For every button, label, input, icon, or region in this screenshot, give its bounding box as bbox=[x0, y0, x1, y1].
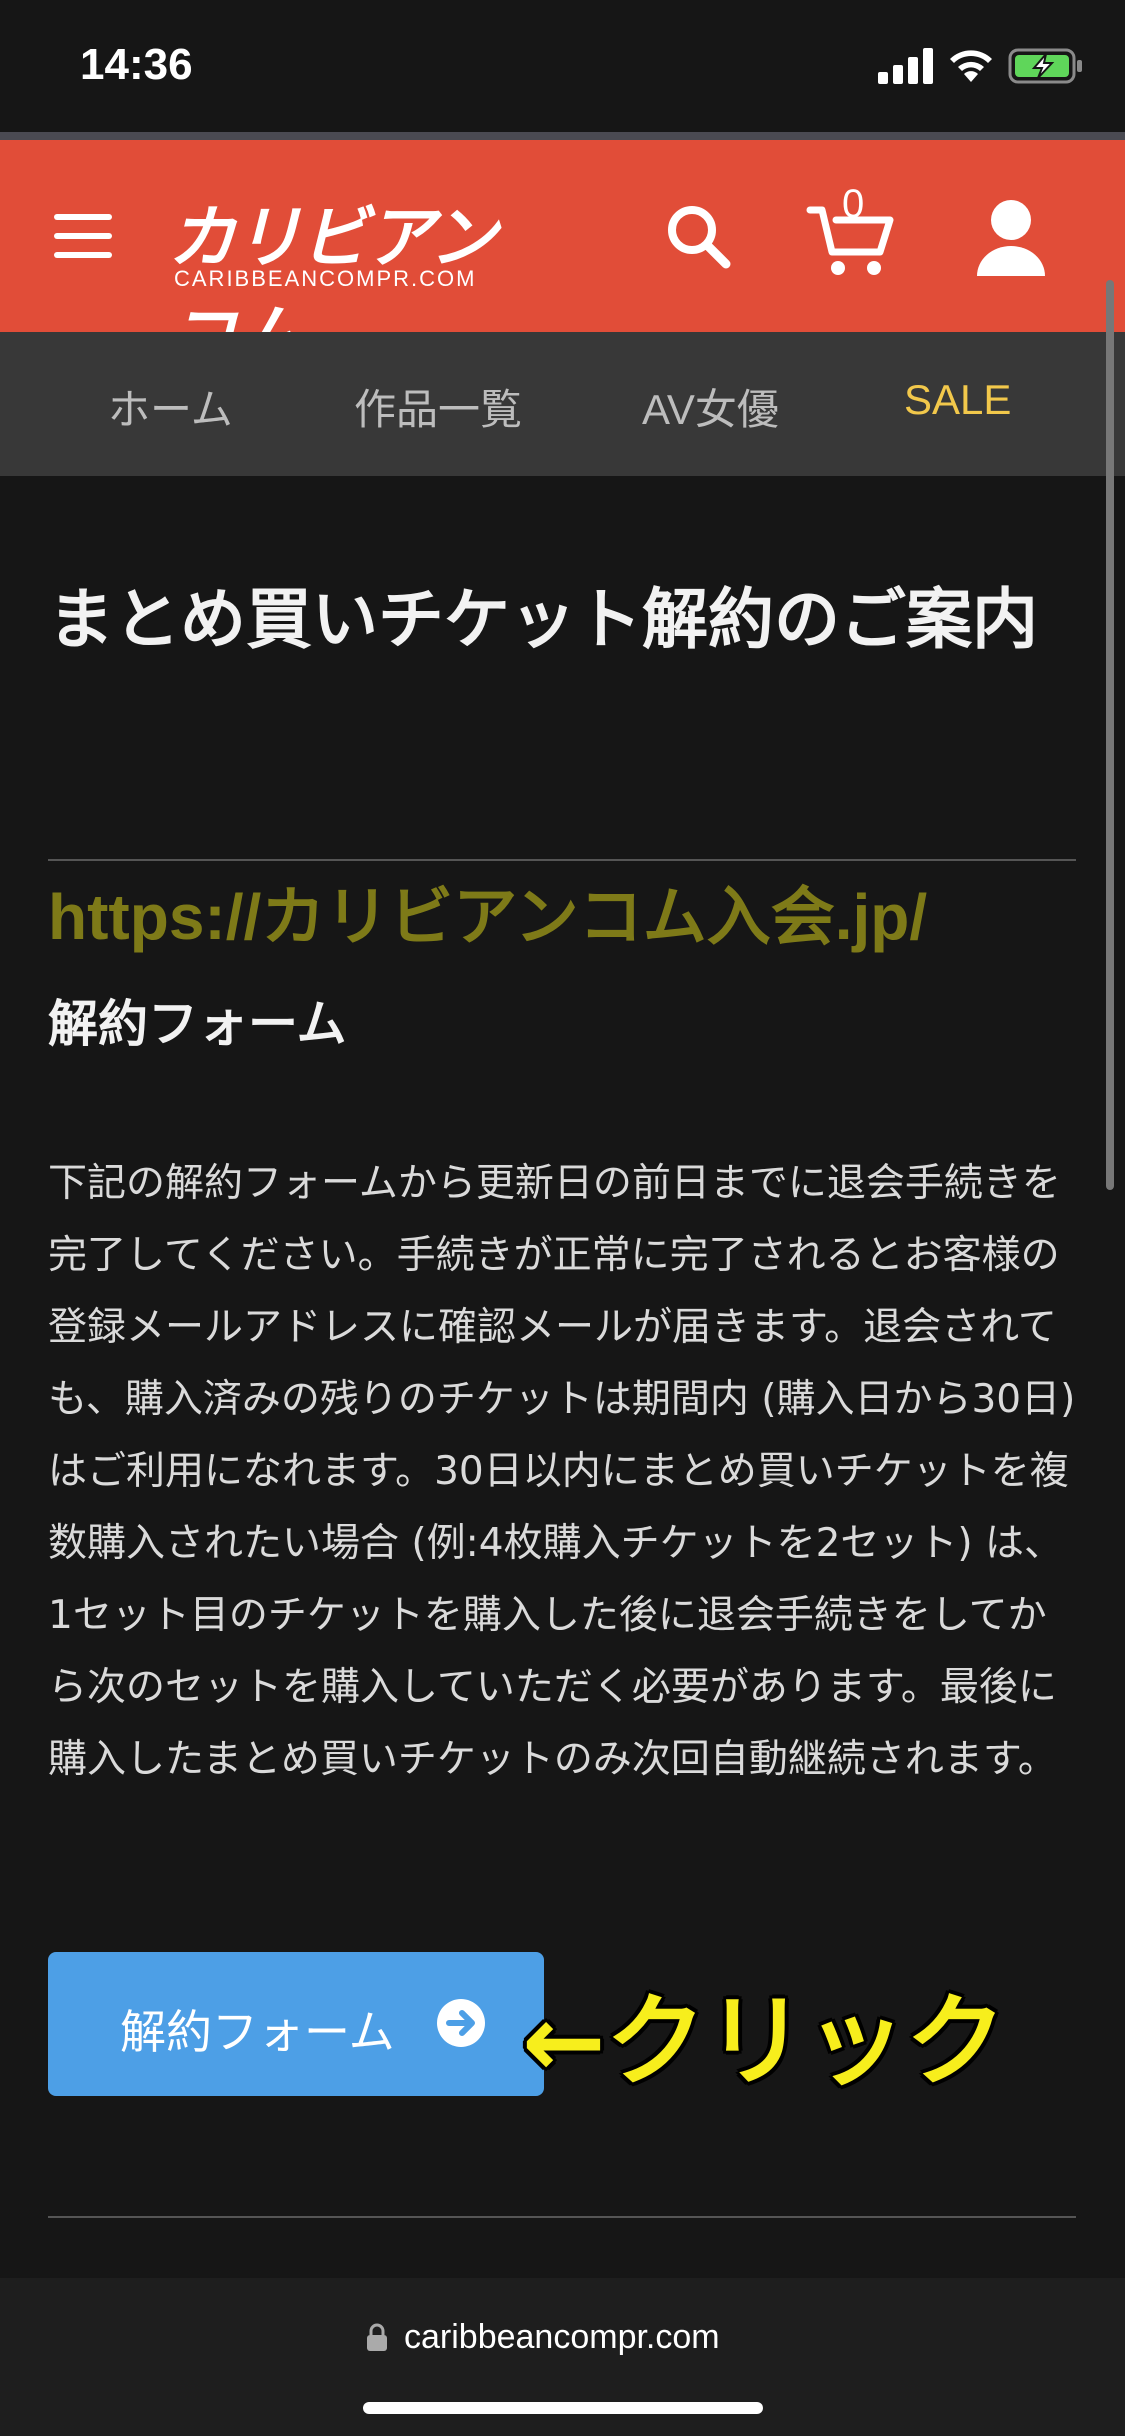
nav-item-home[interactable]: ホーム bbox=[108, 376, 233, 437]
hamburger-menu-icon[interactable] bbox=[54, 214, 112, 258]
site-logo[interactable]: カリビアンコム CARIBBEANCOMPR.COM bbox=[168, 182, 528, 377]
logo-text-en: CARIBBEANCOMPR.COM bbox=[174, 266, 477, 291]
title-divider bbox=[48, 859, 1076, 861]
watermark-url: https://カリビアンコム入会.jp/ bbox=[48, 881, 928, 953]
cancellation-form-button-label: 解約フォーム bbox=[120, 2005, 395, 2059]
battery-charging-icon bbox=[1008, 48, 1082, 84]
cart-count: 0 bbox=[842, 182, 865, 226]
arrow-right-circle-icon bbox=[437, 1999, 485, 2047]
bottom-divider bbox=[48, 2216, 1076, 2218]
cellular-signal-icon bbox=[878, 48, 933, 84]
nav-item-actresses[interactable]: AV女優 bbox=[642, 376, 779, 437]
status-time: 14:36 bbox=[80, 40, 193, 89]
status-bar: 14:36 bbox=[0, 0, 1125, 132]
cancellation-form-button[interactable]: 解約フォーム bbox=[48, 1952, 544, 2096]
nav-item-works[interactable]: 作品一覧 bbox=[354, 376, 522, 437]
page-title: まとめ買いチケット解約のご案内 bbox=[48, 581, 1038, 658]
browser-domain: caribbeancompr.com bbox=[404, 2318, 720, 2356]
click-annotation: ←クリック bbox=[522, 1983, 1006, 2100]
account-icon[interactable] bbox=[974, 198, 1048, 278]
search-icon[interactable] bbox=[664, 202, 734, 272]
home-indicator[interactable] bbox=[363, 2402, 763, 2414]
site-header: カリビアンコム CARIBBEANCOMPR.COM 0 bbox=[0, 140, 1125, 377]
scrollbar[interactable] bbox=[1106, 280, 1114, 1190]
cart-button[interactable]: 0 bbox=[806, 182, 896, 280]
wifi-icon bbox=[950, 50, 992, 82]
nav-item-sale[interactable]: SALE bbox=[904, 376, 1011, 424]
main-content: まとめ買いチケット解約のご案内 https://カリビアンコム入会.jp/ 解約… bbox=[0, 476, 1125, 2276]
lock-icon bbox=[367, 2323, 387, 2351]
cancellation-description: 下記の解約フォームから更新日の前日までに退会手続きを完了してください。手続きが正… bbox=[48, 1161, 1076, 1782]
main-nav: ホーム 作品一覧 AV女優 SALE bbox=[0, 332, 1125, 476]
tab-strip bbox=[0, 132, 1125, 140]
section-title: 解約フォーム bbox=[48, 995, 347, 1053]
